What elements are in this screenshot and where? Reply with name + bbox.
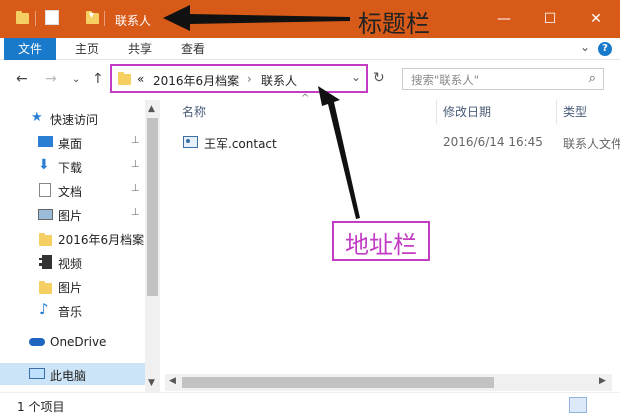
address-bar[interactable]: « 2016年6月档案 › 联系人 ⌄	[110, 64, 368, 93]
sidebar-item-label: 音乐	[58, 305, 83, 319]
tab-file[interactable]: 文件	[4, 38, 56, 60]
address-bar-annotation-box: 地址栏	[332, 221, 430, 261]
ribbon: 文件 主页 共享 查看 ⌄ ?	[0, 38, 620, 60]
search-icon[interactable]: ⌕	[589, 71, 596, 86]
folder-icon	[39, 281, 52, 294]
expand-ribbon-icon[interactable]: ⌄	[580, 40, 590, 54]
sidebar-item-label: 图片	[58, 281, 83, 295]
sidebar-item-music[interactable]: ♪ 音乐	[0, 299, 145, 321]
sidebar-item-label: 图片	[58, 209, 83, 223]
address-bar-annotation: 地址栏	[345, 231, 417, 259]
sidebar-item-archive-folder[interactable]: 2016年6月档案	[0, 227, 145, 249]
sidebar-item-label: 视频	[58, 257, 83, 271]
tab-view[interactable]: 查看	[181, 38, 205, 60]
breadcrumb-separator: ›	[247, 72, 252, 86]
sidebar-item-label: 文档	[58, 185, 83, 199]
customize-toolbar-icon[interactable]: ▾	[89, 10, 94, 28]
column-header-name[interactable]: 名称	[182, 103, 206, 120]
sidebar-item-label: 下载	[58, 161, 83, 175]
folder-icon	[16, 11, 29, 24]
pin-icon[interactable]: ⊥	[131, 135, 140, 146]
scroll-down-arrow[interactable]: ▼	[148, 378, 155, 388]
computer-icon	[29, 368, 45, 379]
minimize-button[interactable]: —	[481, 0, 527, 38]
star-icon: ★	[31, 110, 43, 125]
sort-ascending-icon: ^	[301, 93, 310, 104]
file-row[interactable]: 王军.contact 2016/6/14 16:45 联系人文件	[178, 131, 620, 153]
column-header-modified[interactable]: 修改日期	[443, 103, 491, 120]
maximize-button[interactable]: ☐	[527, 0, 573, 38]
sidebar-item-label: 此电脑	[50, 369, 87, 383]
window-title: 联系人	[115, 14, 152, 28]
sidebar-item-quick-access[interactable]: ★ 快速访问	[0, 107, 145, 129]
help-icon[interactable]: ?	[598, 42, 612, 56]
sidebar-item-downloads[interactable]: ⬇ 下载 ⊥	[0, 155, 145, 177]
status-bar: 1 个项目	[0, 392, 620, 420]
sidebar-item-label: 桌面	[58, 137, 83, 151]
column-divider[interactable]	[436, 100, 437, 124]
pictures-icon	[38, 209, 53, 220]
sidebar-item-pictures[interactable]: 图片 ⊥	[0, 203, 145, 225]
tab-share[interactable]: 共享	[128, 38, 152, 60]
file-modified: 2016/6/14 16:45	[443, 135, 543, 149]
item-count: 1 个项目	[17, 400, 65, 414]
file-name: 王军.contact	[204, 137, 277, 151]
search-input[interactable]: 搜索"联系人" ⌕	[402, 68, 604, 90]
contact-file-icon	[183, 136, 198, 148]
video-icon	[39, 255, 52, 269]
toolbar-separator	[104, 11, 105, 26]
search-placeholder: 搜索"联系人"	[411, 73, 480, 87]
music-icon: ♪	[39, 300, 49, 318]
column-header-type[interactable]: 类型	[563, 103, 587, 120]
scroll-right-arrow[interactable]: ▶	[599, 376, 606, 386]
column-divider[interactable]	[556, 100, 557, 124]
pin-icon[interactable]: ⊥	[131, 183, 140, 194]
sidebar-item-label: 快速访问	[50, 113, 99, 127]
document-icon	[39, 183, 51, 197]
scroll-up-arrow[interactable]: ▲	[148, 104, 155, 114]
folder-icon	[118, 72, 131, 85]
navigation-pane: ★ 快速访问 桌面 ⊥ ⬇ 下载 ⊥ 文档 ⊥ 图片 ⊥ 2016年6月档案 视…	[0, 100, 160, 392]
folder-icon	[39, 233, 52, 246]
recent-locations-button[interactable]: ⌄	[72, 74, 80, 85]
sidebar-item-pictures-folder[interactable]: 图片	[0, 275, 145, 297]
breadcrumb-contacts[interactable]: 联系人	[261, 72, 297, 89]
forward-button[interactable]: →	[45, 71, 57, 87]
content-scroll-thumb[interactable]	[182, 377, 494, 388]
title-bar: ▾ 联系人 标题栏 — ☐ ✕	[0, 0, 620, 38]
pin-icon[interactable]: ⊥	[131, 159, 140, 170]
details-view-button[interactable]	[569, 397, 587, 413]
sidebar-item-onedrive[interactable]: OneDrive	[0, 331, 145, 353]
file-type: 联系人文件	[563, 137, 620, 151]
back-button[interactable]: ←	[16, 71, 28, 87]
close-button[interactable]: ✕	[573, 0, 619, 38]
sidebar-item-label: OneDrive	[50, 335, 107, 349]
download-icon: ⬇	[38, 157, 50, 173]
breadcrumb-archive[interactable]: 2016年6月档案	[153, 72, 239, 89]
sidebar-scrollbar[interactable]: ▲ ▼	[145, 100, 160, 392]
cloud-icon	[29, 338, 45, 346]
sidebar-item-label: 2016年6月档案	[58, 233, 145, 247]
content-horizontal-scrollbar[interactable]: ◀ ▶	[165, 374, 612, 391]
address-dropdown-button[interactable]: ⌄	[351, 70, 361, 84]
title-bar-annotation: 标题栏	[358, 10, 430, 38]
refresh-button[interactable]: ↻	[373, 70, 385, 86]
sidebar-scroll-thumb[interactable]	[147, 118, 158, 296]
large-icons-view-button[interactable]	[591, 397, 609, 413]
scroll-left-arrow[interactable]: ◀	[169, 376, 176, 386]
sidebar-item-videos[interactable]: 视频	[0, 251, 145, 273]
sidebar-item-desktop[interactable]: 桌面 ⊥	[0, 131, 145, 153]
tab-home[interactable]: 主页	[75, 38, 99, 60]
properties-icon[interactable]	[45, 10, 59, 25]
toolbar-separator	[35, 11, 36, 26]
sidebar-item-documents[interactable]: 文档 ⊥	[0, 179, 145, 201]
address-overflow[interactable]: «	[137, 72, 144, 86]
pin-icon[interactable]: ⊥	[131, 207, 140, 218]
desktop-icon	[38, 136, 53, 147]
sidebar-item-this-pc[interactable]: 此电脑	[0, 363, 145, 385]
up-button[interactable]: ↑	[92, 71, 104, 87]
